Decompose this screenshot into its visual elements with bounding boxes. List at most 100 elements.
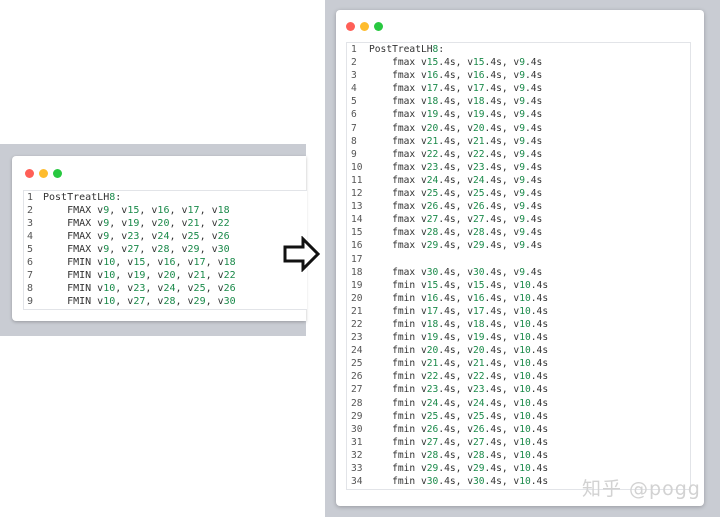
code-text: .4s <box>530 384 549 396</box>
code-number: 28 <box>157 244 170 255</box>
code-text: .4s, v <box>484 476 520 488</box>
code-line: 31 fmin v 27.4s, v 27.4s, v 10.4s <box>347 436 690 449</box>
code-number: 22 <box>426 148 439 160</box>
code-number: 22 <box>472 148 485 160</box>
line-number: 30 <box>351 423 363 435</box>
code-line: 23 fmin v 19.4s, v 19.4s, v 10.4s <box>347 331 690 344</box>
code-number: 23 <box>133 283 146 294</box>
right-code-editor[interactable]: 1 PostTreatLH 8:2 fmax v 15.4s, v 15.4s, v9.… <box>346 42 691 490</box>
window-controls <box>346 22 383 31</box>
line-number: 20 <box>351 292 363 304</box>
code-number: 30 <box>472 476 485 488</box>
code-number: 29 <box>426 240 439 252</box>
code-text: .4s, v <box>484 279 520 291</box>
line-number: 18 <box>351 266 363 278</box>
code-number: 26 <box>426 201 439 213</box>
code-text: .4s, v <box>484 161 520 173</box>
line-number: 9 <box>27 296 34 307</box>
code-text: fmax v <box>369 96 427 108</box>
line-number: 28 <box>351 397 363 409</box>
code-number: 10 <box>519 371 531 383</box>
code-text: .4s, v <box>438 70 473 82</box>
code-text: fmax v <box>369 57 427 69</box>
code-number: 20 <box>163 270 176 281</box>
code-text: .4s <box>530 463 549 474</box>
code-number: 25 <box>187 231 200 242</box>
code-text: , v <box>109 218 128 229</box>
code-number: 23 <box>472 384 485 396</box>
code-number: 10 <box>519 358 531 370</box>
code-line: 4 FMAX v9, v 23, v 24, v 25, v 26 <box>24 230 307 243</box>
code-text: .4s <box>524 122 543 134</box>
code-line: 4 fmax v 17.4s, v 17.4s, v 9.4s <box>347 82 690 95</box>
code-text: .4s <box>524 174 543 186</box>
code-number: 24 <box>157 231 170 242</box>
minimize-dot-icon[interactable] <box>39 169 48 178</box>
code-line: 2 fmax v 15.4s, v 15.4s, v 9.4s <box>347 56 690 69</box>
code-number: 19 <box>426 332 439 344</box>
code-line: 10 fmax v 23.4s, v 23.4s, v 9.4s <box>347 161 690 174</box>
line-number: 1 <box>27 192 34 203</box>
code-text: , v <box>115 270 134 281</box>
code-number: 10 <box>519 449 531 461</box>
code-text: , v <box>199 244 218 255</box>
code-text: .4s <box>524 135 543 147</box>
code-text: .4s, v <box>438 463 473 474</box>
code-text: .4s, v <box>438 318 473 330</box>
code-number: 26 <box>217 231 230 242</box>
code-text: .4s, v <box>484 305 520 317</box>
code-text: : <box>115 192 122 203</box>
right-arrow-outline-icon <box>283 236 321 272</box>
line-number: 4 <box>351 83 357 95</box>
line-number: 17 <box>351 253 363 265</box>
code-number: 21 <box>426 358 439 370</box>
code-line: 25 fmin v 21.4s, v 21.4s, v 10.4s <box>347 357 690 370</box>
code-line: 11 fmax v 24.4s, v 24.4s, v 9.4s <box>347 174 690 187</box>
code-text: , v <box>169 218 188 229</box>
code-text: .4s <box>524 148 543 160</box>
code-number: 27 <box>133 296 146 307</box>
code-line: 20 fmin v 16.4s, v 16.4s, v 10.4s <box>347 292 690 305</box>
code-number: 16 <box>157 205 170 216</box>
code-text: .4s, v <box>484 227 520 239</box>
line-number: 29 <box>351 410 363 422</box>
code-number: 10 <box>103 283 116 294</box>
code-text: .4s, v <box>484 266 520 278</box>
zoom-dot-icon[interactable] <box>53 169 62 178</box>
code-number: 15 <box>133 257 146 268</box>
code-number: 26 <box>223 283 236 294</box>
code-text: .4s, v <box>438 227 473 239</box>
code-line: 21 fmin v 17.4s, v 17.4s, v 10.4s <box>347 305 690 318</box>
code-text: .4s <box>530 305 549 317</box>
code-number: 15 <box>426 57 439 69</box>
code-line: 16 fmax v 29.4s, v 29.4s, v 9.4s <box>347 239 690 252</box>
code-number: 17 <box>193 257 206 268</box>
code-text: .4s, v <box>438 436 473 448</box>
left-code-editor[interactable]: 1 PostTreatLH 8:2 FMAX v9, v 15, v 16, v 17, … <box>23 190 307 310</box>
code-text: .4s, v <box>438 371 473 383</box>
code-text: .4s, v <box>484 148 520 160</box>
code-line: 18 fmax v 30.4s, v 30.4s, v 9.4s <box>347 266 690 279</box>
line-number: 4 <box>27 231 34 242</box>
code-text: .4s, v <box>438 423 473 435</box>
code-text: : <box>438 44 445 55</box>
code-number: 15 <box>127 205 140 216</box>
code-text: , v <box>145 296 164 307</box>
code-number: 18 <box>472 318 485 330</box>
zoom-dot-icon[interactable] <box>374 22 383 31</box>
code-text: .4s, v <box>484 384 520 396</box>
stage: 1 PostTreatLH 8:2 FMAX v9, v 15, v 16, v 17, … <box>0 0 720 517</box>
code-text: fmin v <box>369 345 427 357</box>
code-text: .4s <box>524 109 543 121</box>
code-line: 30 fmin v 26.4s, v 26.4s, v 10.4s <box>347 423 690 436</box>
close-dot-icon[interactable] <box>25 169 34 178</box>
code-number: 10 <box>519 305 531 317</box>
code-text: fmax v <box>369 83 427 95</box>
line-number: 27 <box>351 384 363 396</box>
code-number: 10 <box>519 436 531 448</box>
close-dot-icon[interactable] <box>346 22 355 31</box>
code-text: .4s <box>530 436 549 448</box>
code-number: 23 <box>472 161 485 173</box>
code-text: fmax v <box>369 214 427 226</box>
minimize-dot-icon[interactable] <box>360 22 369 31</box>
